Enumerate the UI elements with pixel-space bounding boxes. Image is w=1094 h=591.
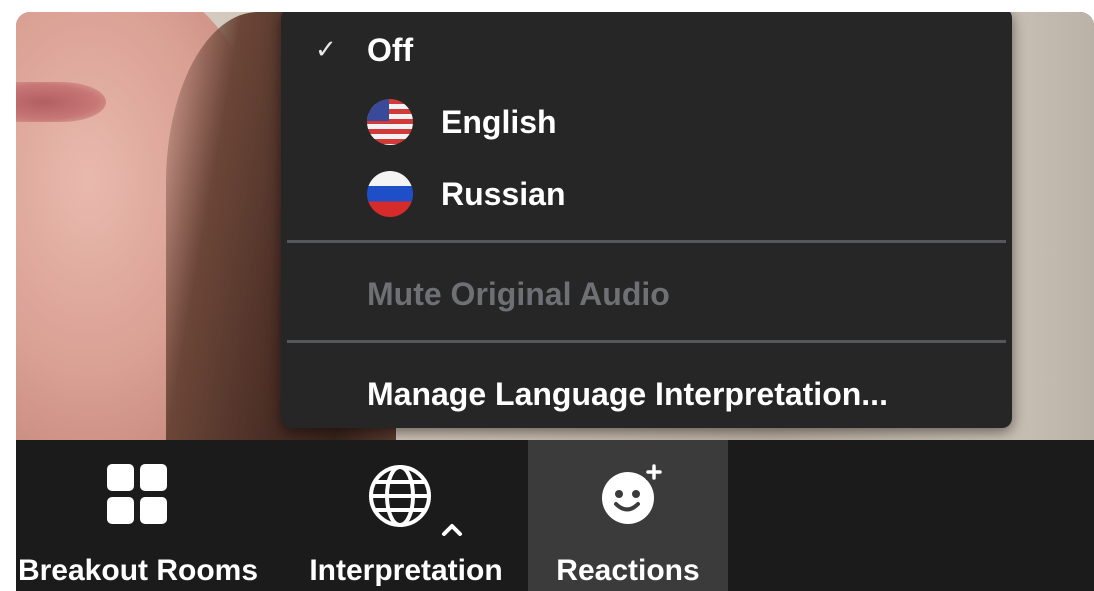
- menu-item-off[interactable]: ✓ Off: [281, 20, 1012, 80]
- interpretation-button[interactable]: Interpretation: [288, 440, 524, 591]
- meeting-toolbar: Breakout Rooms Interpretation Reactions: [16, 440, 1094, 591]
- menu-item-english[interactable]: English: [281, 92, 1012, 152]
- interpretation-menu: ✓ Off English Russian Mute Original Audi…: [281, 12, 1012, 428]
- mute-original-audio-label: Mute Original Audio: [367, 276, 670, 312]
- check-icon: ✓: [315, 34, 337, 64]
- us-flag-icon: [367, 99, 413, 145]
- manage-language-interpretation-item[interactable]: Manage Language Interpretation...: [281, 364, 1012, 424]
- reactions-button[interactable]: Reactions: [528, 440, 728, 591]
- menu-item-off-label: Off: [367, 32, 414, 68]
- menu-item-russian-label: Russian: [441, 176, 566, 212]
- menu-item-russian[interactable]: Russian: [281, 164, 1012, 224]
- menu-divider: [287, 240, 1006, 243]
- breakout-rooms-button[interactable]: Breakout Rooms: [16, 440, 278, 591]
- grid-icon: [107, 464, 169, 526]
- menu-divider: [287, 340, 1006, 343]
- meeting-window: ✓ Off English Russian Mute Original Audi…: [16, 12, 1094, 591]
- chevron-up-icon[interactable]: [440, 522, 464, 538]
- interpretation-label: Interpretation: [309, 554, 503, 587]
- breakout-rooms-label: Breakout Rooms: [17, 554, 259, 587]
- video-lips: [16, 82, 106, 122]
- smiley-plus-icon: [602, 464, 662, 524]
- russia-flag-icon: [367, 171, 413, 217]
- globe-icon: [369, 465, 431, 527]
- mute-original-audio-item: Mute Original Audio: [281, 264, 1012, 324]
- reactions-label: Reactions: [556, 554, 700, 587]
- manage-language-interpretation-label: Manage Language Interpretation...: [367, 376, 888, 412]
- menu-item-english-label: English: [441, 104, 557, 140]
